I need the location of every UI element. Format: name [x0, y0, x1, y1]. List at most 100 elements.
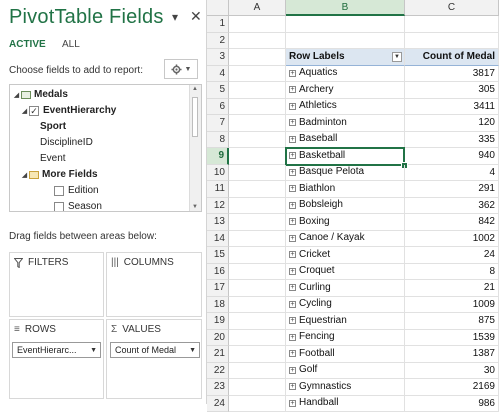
- field-list[interactable]: ◢ Medals ◢ ✓ EventHierarchy Sport Discip…: [9, 84, 202, 212]
- value-cell[interactable]: 362: [405, 198, 499, 215]
- expand-icon[interactable]: +: [289, 185, 296, 192]
- cell[interactable]: [229, 49, 286, 66]
- values-field-chip[interactable]: Count of Medal ▼: [110, 342, 200, 358]
- value-cell[interactable]: 335: [405, 132, 499, 149]
- cell[interactable]: [229, 330, 286, 347]
- cell[interactable]: [286, 16, 405, 33]
- cell[interactable]: [229, 297, 286, 314]
- expand-icon[interactable]: +: [289, 136, 296, 143]
- cell[interactable]: [229, 247, 286, 264]
- expand-icon[interactable]: +: [289, 86, 296, 93]
- row-header[interactable]: 11: [207, 181, 229, 198]
- row-label-cell[interactable]: +Aquatics: [286, 66, 405, 83]
- expand-icon[interactable]: +: [289, 367, 296, 374]
- row-header[interactable]: 8: [207, 132, 229, 149]
- row-header[interactable]: 20: [207, 330, 229, 347]
- close-icon[interactable]: ✕: [190, 8, 202, 25]
- field-sport[interactable]: Sport: [40, 119, 66, 134]
- cell[interactable]: [229, 165, 286, 182]
- cell[interactable]: [229, 313, 286, 330]
- row-header[interactable]: 1: [207, 16, 229, 33]
- cell[interactable]: [405, 33, 499, 50]
- cell[interactable]: [229, 115, 286, 132]
- value-cell[interactable]: 4: [405, 165, 499, 182]
- row-label-cell[interactable]: +Basketball: [286, 148, 405, 165]
- cell[interactable]: [229, 99, 286, 116]
- chevron-down-icon[interactable]: ▾: [172, 10, 178, 24]
- cell[interactable]: [229, 82, 286, 99]
- expand-icon[interactable]: +: [289, 251, 296, 258]
- checkbox[interactable]: [54, 186, 64, 196]
- value-cell[interactable]: 875: [405, 313, 499, 330]
- value-cell[interactable]: 1009: [405, 297, 499, 314]
- row-header[interactable]: 19: [207, 313, 229, 330]
- row-label-cell[interactable]: +Fencing: [286, 330, 405, 347]
- row-header[interactable]: 14: [207, 231, 229, 248]
- expand-icon[interactable]: +: [289, 70, 296, 77]
- cell[interactable]: [229, 66, 286, 83]
- expand-icon[interactable]: +: [289, 383, 296, 390]
- row-label-cell[interactable]: +Badminton: [286, 115, 405, 132]
- tab-active[interactable]: ACTIVE: [9, 39, 46, 50]
- row-header[interactable]: 22: [207, 363, 229, 380]
- row-label-cell[interactable]: +Football: [286, 346, 405, 363]
- row-label-cell[interactable]: +Biathlon: [286, 181, 405, 198]
- dropdown-arrow-icon[interactable]: ▼: [189, 347, 196, 354]
- collapse-triangle-icon[interactable]: ◢: [12, 91, 21, 99]
- column-header-c[interactable]: C: [405, 0, 499, 16]
- collapse-triangle-icon[interactable]: ◢: [20, 171, 29, 179]
- expand-icon[interactable]: +: [289, 235, 296, 242]
- field-settings-button[interactable]: ▼: [164, 59, 198, 79]
- cell[interactable]: [229, 214, 286, 231]
- column-header-a[interactable]: A: [229, 0, 286, 16]
- cell[interactable]: [229, 231, 286, 248]
- row-header[interactable]: 9: [207, 148, 229, 165]
- row-header[interactable]: 10: [207, 165, 229, 182]
- expand-icon[interactable]: +: [289, 218, 296, 225]
- value-cell[interactable]: 1539: [405, 330, 499, 347]
- row-header[interactable]: 15: [207, 247, 229, 264]
- row-header[interactable]: 13: [207, 214, 229, 231]
- row-header[interactable]: 18: [207, 297, 229, 314]
- checkbox[interactable]: [54, 202, 64, 212]
- row-label-cell[interactable]: +Bobsleigh: [286, 198, 405, 215]
- field-table-medals[interactable]: ◢ Medals: [12, 87, 68, 102]
- checkbox-checked[interactable]: ✓: [29, 106, 39, 116]
- row-label-cell[interactable]: +Athletics: [286, 99, 405, 116]
- row-header[interactable]: 2: [207, 33, 229, 50]
- value-cell[interactable]: 940: [405, 148, 499, 165]
- value-cell[interactable]: 305: [405, 82, 499, 99]
- value-cell[interactable]: 1387: [405, 346, 499, 363]
- row-label-cell[interactable]: +Croquet: [286, 264, 405, 281]
- scroll-down-icon[interactable]: ▼: [192, 204, 198, 210]
- count-of-medal-header[interactable]: Count of Medal: [405, 49, 499, 66]
- expand-icon[interactable]: +: [289, 103, 296, 110]
- row-label-cell[interactable]: +Curling: [286, 280, 405, 297]
- row-label-cell[interactable]: +Equestrian: [286, 313, 405, 330]
- collapse-triangle-icon[interactable]: ◢: [20, 107, 29, 115]
- expand-icon[interactable]: +: [289, 169, 296, 176]
- row-label-cell[interactable]: +Boxing: [286, 214, 405, 231]
- row-label-cell[interactable]: +Archery: [286, 82, 405, 99]
- cell[interactable]: [229, 33, 286, 50]
- value-cell[interactable]: 24: [405, 247, 499, 264]
- expand-icon[interactable]: +: [289, 202, 296, 209]
- expand-icon[interactable]: +: [289, 317, 296, 324]
- field-list-scrollbar[interactable]: ▲ ▼: [189, 85, 201, 211]
- rows-field-chip[interactable]: EventHierarc... ▼: [12, 342, 101, 358]
- row-header[interactable]: 6: [207, 99, 229, 116]
- scrollbar-thumb[interactable]: [192, 97, 198, 137]
- scroll-up-icon[interactable]: ▲: [192, 86, 198, 92]
- cell[interactable]: [229, 181, 286, 198]
- expand-icon[interactable]: +: [289, 301, 296, 308]
- row-header[interactable]: 3: [207, 49, 229, 66]
- expand-icon[interactable]: +: [289, 119, 296, 126]
- row-header[interactable]: 17: [207, 280, 229, 297]
- row-header[interactable]: 7: [207, 115, 229, 132]
- expand-icon[interactable]: +: [289, 350, 296, 357]
- cell[interactable]: [229, 280, 286, 297]
- row-label-cell[interactable]: +Golf: [286, 363, 405, 380]
- cell[interactable]: [229, 346, 286, 363]
- row-label-cell[interactable]: +Baseball: [286, 132, 405, 149]
- value-cell[interactable]: 1002: [405, 231, 499, 248]
